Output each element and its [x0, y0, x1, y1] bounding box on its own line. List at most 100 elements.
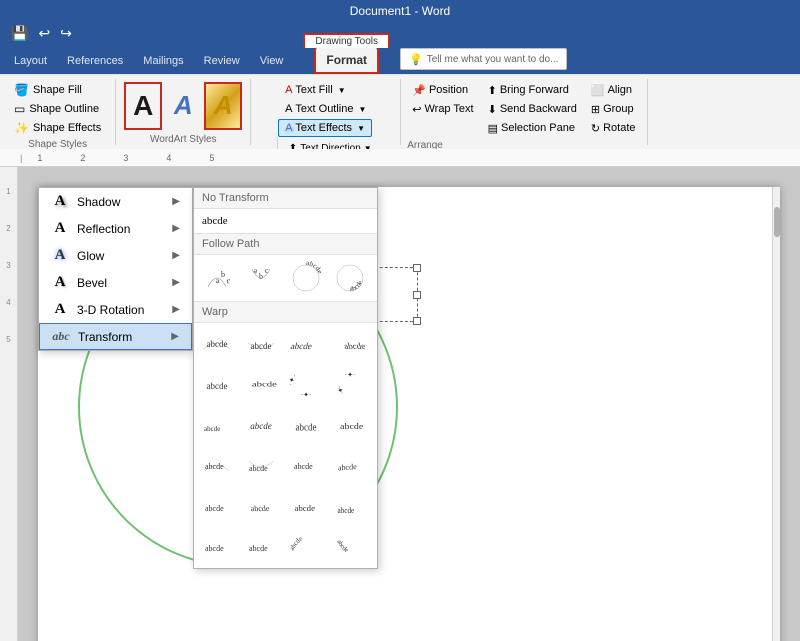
tab-references[interactable]: References	[57, 48, 133, 74]
wrap-text-btn[interactable]: ↩ Wrap Text	[407, 100, 478, 118]
warp-11-icon: abcde	[289, 409, 323, 443]
warp-item-15[interactable]: abcde	[287, 447, 325, 485]
warp-item-1[interactable]: abcde	[198, 327, 236, 365]
handle-bottom-right[interactable]	[413, 317, 421, 325]
rotate-icon: ↻	[591, 122, 600, 135]
align-label: Align	[608, 84, 632, 96]
circle-path-icon: abcde	[289, 261, 323, 295]
shape-fill-btn[interactable]: 🪣 Shape Fill	[8, 81, 88, 99]
shadow-icon: A	[51, 193, 69, 210]
no-transform-title: No Transform	[194, 188, 377, 209]
text-effects-arrow[interactable]: ▼	[357, 124, 365, 133]
text-effects-dropdown[interactable]: A Shadow ▶ A Reflection ▶ A Glow ▶	[38, 187, 193, 351]
text-outline-label: Text Outline	[295, 103, 353, 115]
effect-reflection[interactable]: A Reflection ▶	[39, 215, 192, 242]
text-fill-arrow[interactable]: ▼	[338, 86, 346, 95]
qat-undo[interactable]: ↩	[35, 25, 53, 42]
warp-item-6[interactable]: abcde	[242, 367, 280, 405]
warp-item-11[interactable]: abcde	[287, 407, 325, 445]
text-outline-arrow[interactable]: ▼	[359, 105, 367, 114]
tab-review[interactable]: Review	[194, 48, 250, 74]
warp-2-icon: abcde	[244, 329, 278, 363]
qat-save[interactable]: 💾	[8, 25, 31, 42]
effect-3d-rotation[interactable]: A 3-D Rotation ▶	[39, 296, 192, 323]
warp-item-2[interactable]: abcde	[242, 327, 280, 365]
warp-item-21[interactable]: abcde	[198, 527, 236, 565]
warp-item-9[interactable]: abcde	[198, 407, 236, 445]
text-effects-btn[interactable]: A Text Effects ▼	[278, 119, 372, 137]
warp-item-19[interactable]: abcde	[287, 487, 325, 525]
warp-20-icon: abcde	[333, 489, 367, 523]
wrap-text-icon: ↩	[412, 103, 421, 116]
warp-item-22[interactable]: abcde	[242, 527, 280, 565]
svg-text:·✦·: ·✦·	[335, 385, 346, 396]
warp-9-icon: abcde	[200, 409, 234, 443]
tell-me-text: Tell me what you want to do...	[427, 54, 559, 65]
no-transform-preview[interactable]: abcde	[194, 209, 377, 234]
warp-item-14[interactable]: abcde	[242, 447, 280, 485]
warp-item-16[interactable]: abcde	[331, 447, 369, 485]
warp-title: Warp	[194, 301, 377, 323]
wordart-style-black[interactable]: A	[124, 82, 162, 130]
warp-item-23[interactable]: abcde	[287, 527, 325, 565]
scrollbar-track[interactable]	[772, 187, 780, 641]
bring-forward-label: Bring Forward	[500, 84, 569, 96]
warp-item-4[interactable]: abcde	[331, 327, 369, 365]
warp-item-18[interactable]: abcde	[242, 487, 280, 525]
3d-rotation-icon: A	[51, 301, 70, 318]
shape-effects-btn[interactable]: ✨ Shape Effects	[8, 119, 107, 137]
rotate-label: Rotate	[603, 122, 635, 134]
wordart-style-blue[interactable]: A	[164, 82, 202, 130]
qat-redo[interactable]: ↪	[57, 25, 75, 42]
effect-transform[interactable]: abc Transform ▶	[39, 323, 192, 350]
warp-item-10[interactable]: abcde	[242, 407, 280, 445]
text-fill-btn[interactable]: A Text Fill ▼	[278, 81, 353, 99]
group-icon: ⊞	[591, 103, 600, 116]
transform-scroll[interactable]: No Transform abcde Follow Path a	[194, 188, 377, 568]
warp-item-12[interactable]: abcde	[331, 407, 369, 445]
bevel-label: Bevel	[77, 276, 107, 290]
follow-path-arch-down[interactable]: a b c	[242, 259, 280, 297]
warp-21-icon: abcde	[200, 529, 234, 563]
effect-bevel[interactable]: A Bevel ▶	[39, 269, 192, 296]
reflection-arrow: ▶	[172, 223, 180, 234]
warp-item-20[interactable]: abcde	[331, 487, 369, 525]
warp-item-24[interactable]: abcde	[331, 527, 369, 565]
wordart-style-gold[interactable]: A	[204, 82, 242, 130]
align-btn[interactable]: ⬜ Align	[586, 81, 641, 99]
align-icon: ⬜	[591, 84, 605, 97]
tab-mailings[interactable]: Mailings	[133, 48, 193, 74]
tab-view[interactable]: View	[250, 48, 294, 74]
effect-glow[interactable]: A Glow ▶	[39, 242, 192, 269]
warp-item-3[interactable]: abcde	[287, 327, 325, 365]
text-outline-btn[interactable]: A Text Outline ▼	[278, 100, 373, 118]
warp-item-8[interactable]: ·✦· ·✦·	[331, 367, 369, 405]
tab-layout[interactable]: Layout	[4, 48, 57, 74]
transform-submenu[interactable]: No Transform abcde Follow Path a	[193, 187, 378, 569]
warp-23-icon: abcde	[289, 529, 323, 563]
group-btn[interactable]: ⊞ Group	[586, 100, 641, 118]
rotate-btn[interactable]: ↻ Rotate	[586, 119, 641, 137]
handle-top-right[interactable]	[413, 264, 421, 272]
send-backward-btn[interactable]: ⬇ Send Backward	[483, 100, 582, 118]
scrollbar-thumb[interactable]	[774, 207, 780, 237]
position-btn[interactable]: 📌 Position	[407, 81, 478, 99]
tell-me-input[interactable]: 💡 Tell me what you want to do...	[400, 48, 567, 70]
bring-forward-btn[interactable]: ⬆ Bring Forward	[483, 81, 582, 99]
warp-item-7[interactable]: ·✦· ·✦·	[287, 367, 325, 405]
tab-format[interactable]: Format	[314, 48, 379, 74]
warp-item-13[interactable]: abcde	[198, 447, 236, 485]
group-label: Group	[603, 103, 634, 115]
warp-item-5[interactable]: abcde	[198, 367, 236, 405]
follow-path-arch-up[interactable]: a b c	[198, 259, 236, 297]
warp-item-17[interactable]: abcde	[198, 487, 236, 525]
window-title: Document1 - Word	[350, 4, 450, 18]
shape-outline-btn[interactable]: ▭ Shape Outline	[8, 100, 105, 118]
effect-shadow[interactable]: A Shadow ▶	[39, 188, 192, 215]
warp-22-icon: abcde	[244, 529, 278, 563]
handle-middle-right[interactable]	[413, 291, 421, 299]
svg-text:c: c	[226, 276, 232, 286]
follow-path-circle2[interactable]: abcde	[331, 259, 369, 297]
follow-path-circle[interactable]: abcde	[287, 259, 325, 297]
selection-pane-btn[interactable]: ▤ Selection Pane	[483, 119, 582, 137]
